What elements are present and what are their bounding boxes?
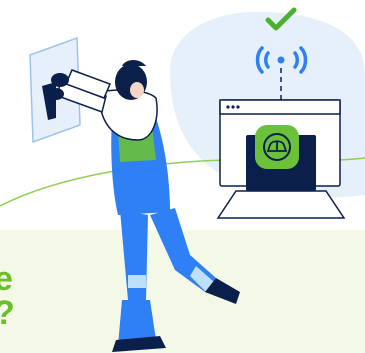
hero-illustration: e ?: [0, 0, 365, 353]
hand: [51, 73, 69, 87]
laptop-base: [216, 190, 346, 219]
signal-dot: [277, 56, 285, 64]
scene-svg: [0, 7, 365, 352]
